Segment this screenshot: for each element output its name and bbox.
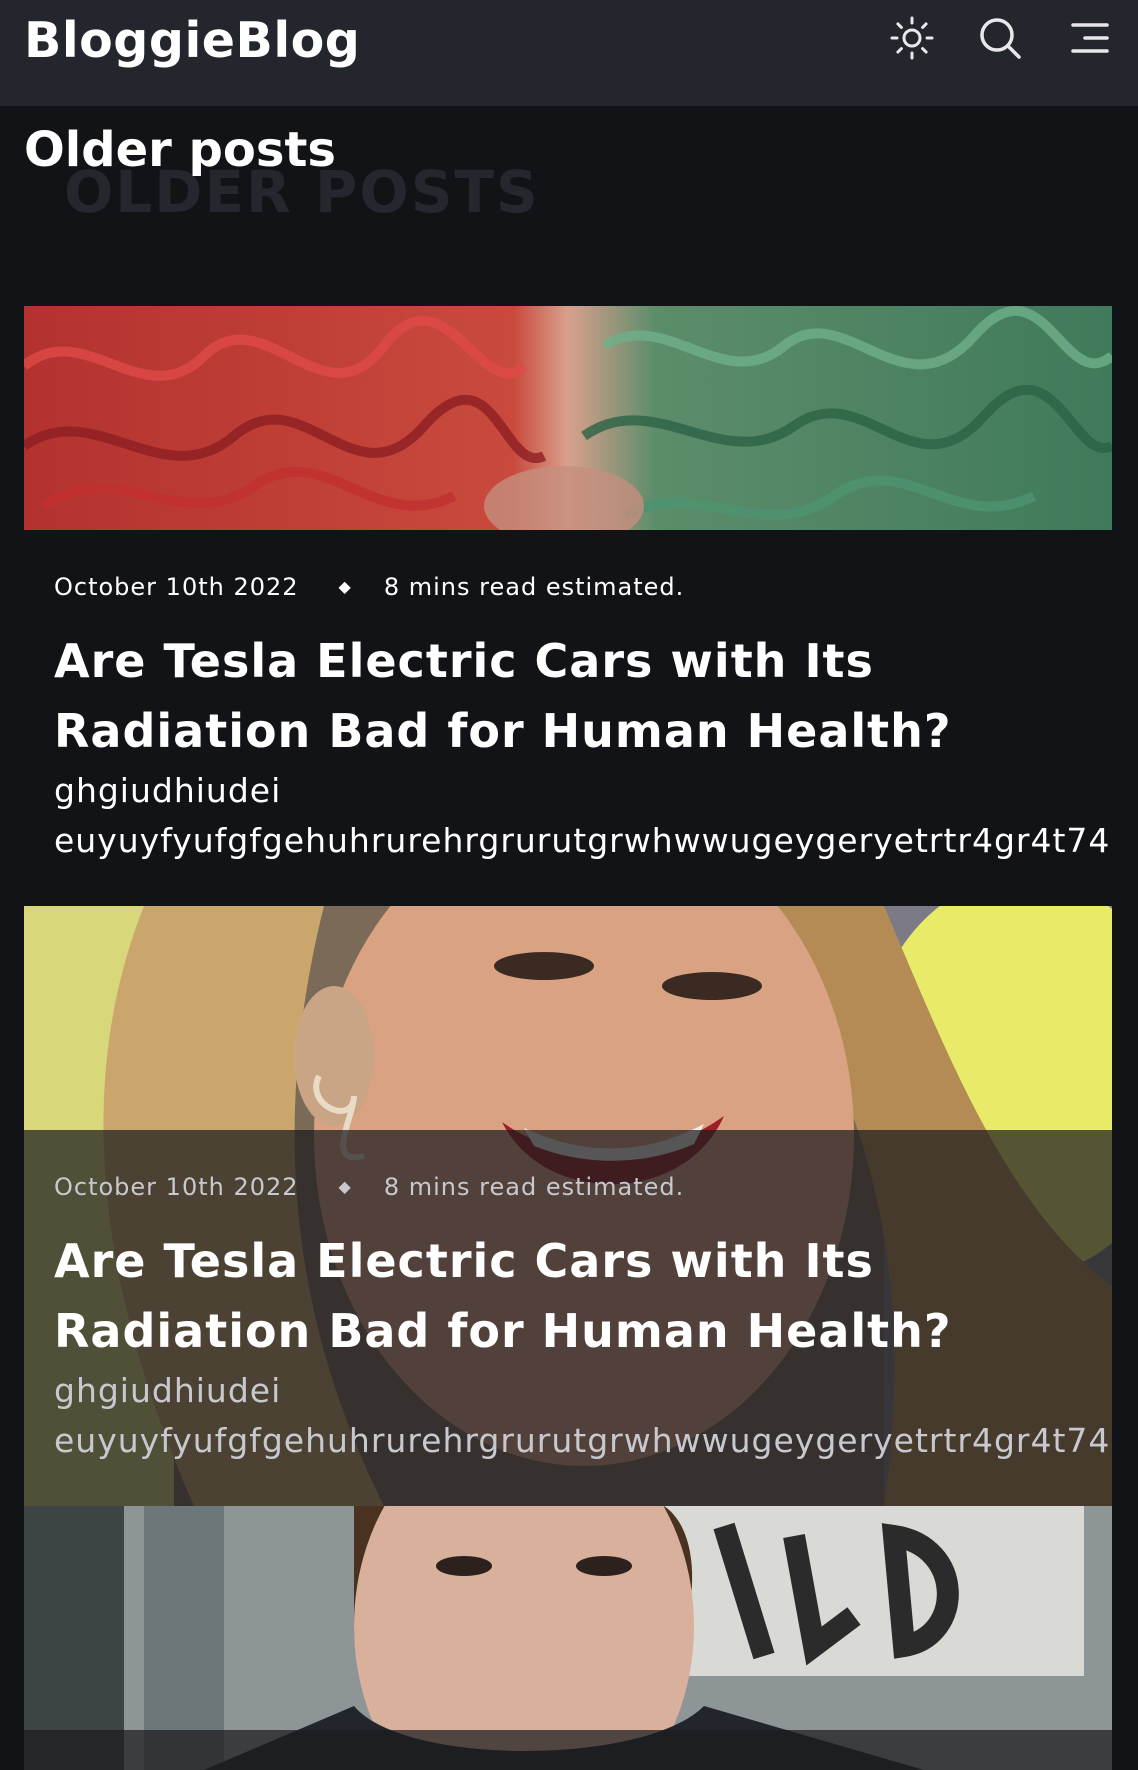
- post-date: October 10th 2022: [54, 1173, 299, 1201]
- post-card[interactable]: [24, 1506, 1112, 1770]
- post-read-time: 8 mins read estimated.: [383, 1173, 685, 1201]
- post-excerpt: ghgiudhiudei euyuyfyufgfgehuhrurehrgruru…: [54, 771, 1111, 860]
- menu-icon: [1065, 15, 1111, 65]
- post-card[interactable]: October 10th 2022 ◆ 8 mins read estimate…: [24, 906, 1112, 1506]
- post-read-time: 8 mins read estimated.: [383, 573, 685, 601]
- post-body: October 10th 2022 ◆ 8 mins read estimate…: [24, 530, 1112, 906]
- post-body: October 10th 2022 ◆ 8 mins read estimate…: [24, 1130, 1112, 1506]
- top-navbar: BloggieBlog: [0, 0, 1138, 106]
- post-title[interactable]: Are Tesla Electric Cars with Its Radiati…: [54, 1226, 1094, 1366]
- post-card[interactable]: October 10th 2022 ◆ 8 mins read estimate…: [24, 306, 1112, 906]
- theme-toggle-button[interactable]: [886, 14, 938, 66]
- post-body: [24, 1730, 1112, 1770]
- post-title[interactable]: Are Tesla Electric Cars with Its Radiati…: [54, 626, 1094, 766]
- menu-button[interactable]: [1062, 14, 1114, 66]
- post-date: October 10th 2022: [54, 573, 299, 601]
- page-title: Older posts: [24, 122, 336, 178]
- meta-separator-icon: ◆: [338, 1177, 352, 1196]
- search-icon: [977, 15, 1023, 65]
- post-meta: October 10th 2022 ◆ 8 mins read estimate…: [54, 1172, 684, 1202]
- post-excerpt: ghgiudhiudei euyuyfyufgfgehuhrurehrgruru…: [54, 1371, 1111, 1460]
- search-button[interactable]: [974, 14, 1026, 66]
- site-logo[interactable]: BloggieBlog: [24, 10, 360, 72]
- sun-icon: [889, 15, 935, 65]
- post-meta: October 10th 2022 ◆ 8 mins read estimate…: [54, 572, 684, 602]
- meta-separator-icon: ◆: [338, 577, 352, 596]
